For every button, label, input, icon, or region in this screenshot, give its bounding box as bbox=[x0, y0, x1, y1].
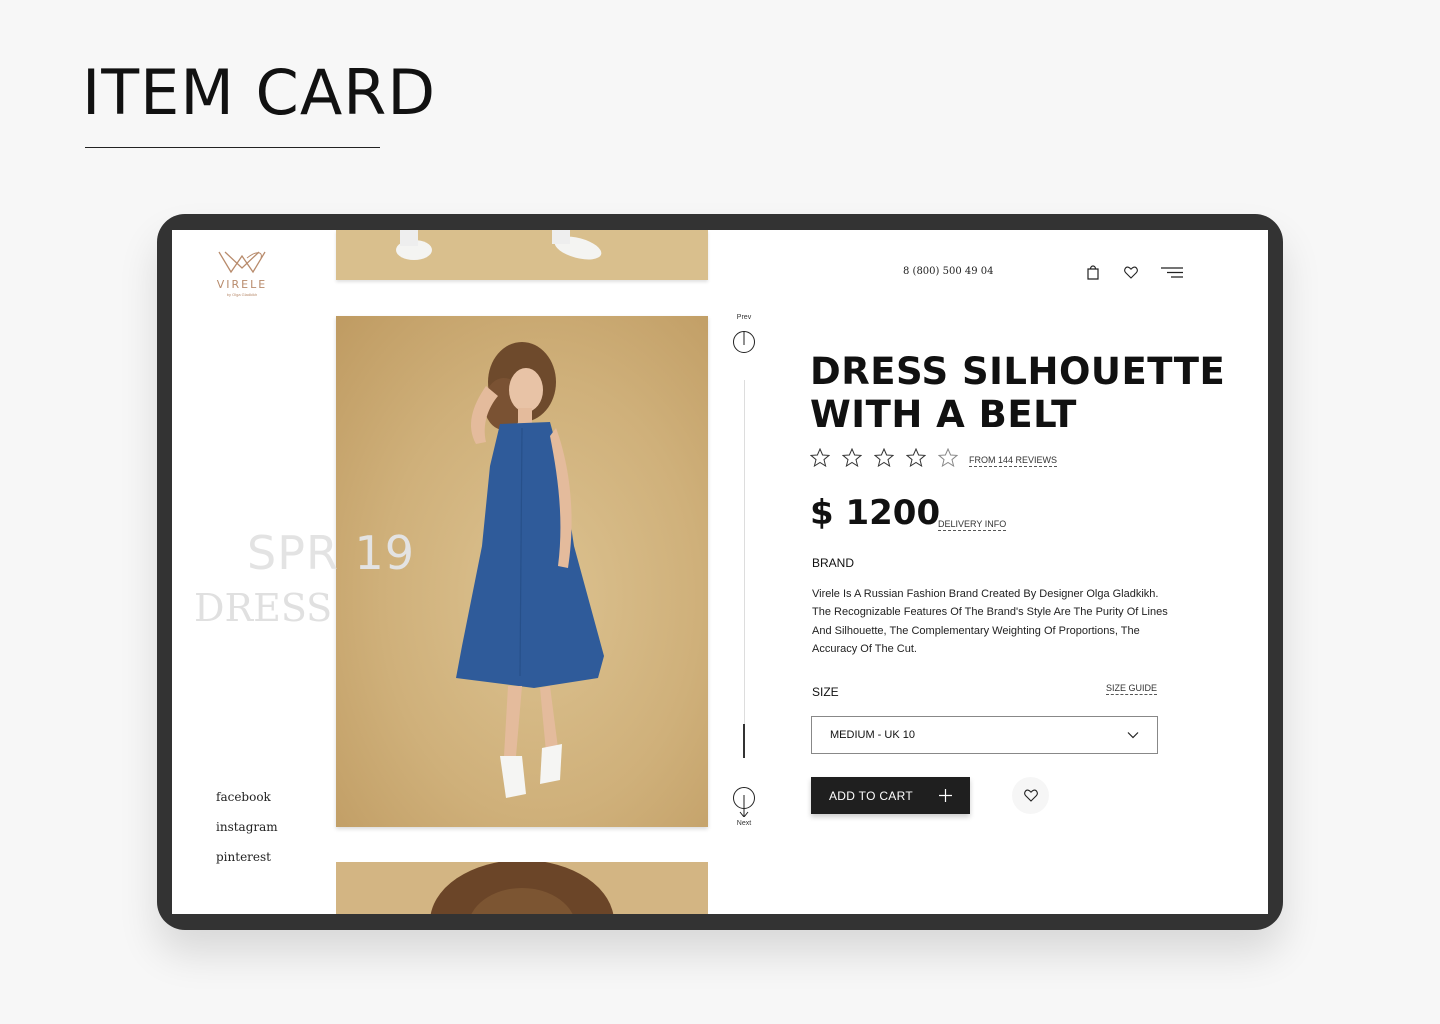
star-icon[interactable] bbox=[842, 448, 862, 467]
heading-divider bbox=[85, 147, 380, 148]
category-label: DRESS bbox=[194, 586, 333, 630]
product-title: DRESS SILHOUETTE WITH A BELT bbox=[810, 350, 1226, 436]
size-dropdown[interactable]: MEDIUM - UK 10 bbox=[811, 716, 1158, 754]
heart-icon[interactable] bbox=[1124, 266, 1138, 279]
add-to-cart-label: ADD TO CART bbox=[829, 788, 913, 803]
star-icon[interactable] bbox=[810, 448, 830, 467]
instagram-link[interactable]: instagram bbox=[216, 820, 278, 834]
size-label: SIZE bbox=[812, 685, 839, 699]
chevron-down-icon bbox=[1127, 732, 1139, 739]
size-guide-link[interactable]: SIZE GUIDE bbox=[1106, 683, 1158, 695]
facebook-link[interactable]: facebook bbox=[216, 790, 278, 804]
season-label: SPR 19 bbox=[247, 526, 416, 580]
logo-tagline: by Olga Gladkikh bbox=[226, 292, 258, 297]
pinterest-link[interactable]: pinterest bbox=[216, 850, 278, 864]
add-to-cart-button[interactable]: ADD TO CART bbox=[811, 777, 970, 814]
prev-label: Prev bbox=[736, 314, 752, 321]
page-heading: ITEM CARD bbox=[82, 56, 437, 129]
reviews-link[interactable]: FROM 144 REVIEWS bbox=[969, 455, 1058, 467]
tablet-frame: VIRELE by Olga Gladkikh SPR 19 DRESS fac… bbox=[157, 214, 1283, 930]
star-icon[interactable] bbox=[938, 448, 958, 467]
virele-logo-icon bbox=[218, 251, 266, 274]
menu-icon[interactable] bbox=[1161, 267, 1185, 279]
add-to-wishlist-button[interactable] bbox=[1012, 777, 1049, 814]
next-label: Next bbox=[736, 820, 752, 827]
brand-description: Virele Is A Russian Fashion Brand Create… bbox=[812, 588, 1168, 655]
phone-number[interactable]: 8 (800) 500 49 04 bbox=[903, 266, 994, 277]
next-photo-button[interactable] bbox=[733, 787, 755, 817]
rating-stars[interactable] bbox=[810, 448, 958, 467]
gallery-photo-previous[interactable] bbox=[336, 230, 708, 280]
heart-icon bbox=[1023, 789, 1038, 802]
logo[interactable]: VIRELE by Olga Gladkikh bbox=[214, 248, 270, 297]
prev-photo-button[interactable] bbox=[733, 331, 755, 353]
arrow-up-icon bbox=[743, 331, 745, 345]
social-links: facebook instagram pinterest bbox=[216, 790, 278, 880]
logo-name: VIRELE bbox=[216, 278, 268, 291]
size-selected-value: MEDIUM - UK 10 bbox=[830, 729, 915, 741]
bag-icon[interactable] bbox=[1086, 264, 1100, 280]
star-icon[interactable] bbox=[906, 448, 926, 467]
gallery-progress-indicator bbox=[743, 724, 745, 758]
star-icon[interactable] bbox=[874, 448, 894, 467]
plus-icon bbox=[939, 789, 952, 802]
gallery-progress-track bbox=[744, 380, 745, 758]
product-price: $ 1200 bbox=[810, 493, 941, 533]
brand-label: BRAND bbox=[812, 556, 855, 570]
product-page: VIRELE by Olga Gladkikh SPR 19 DRESS fac… bbox=[172, 230, 1268, 914]
delivery-info-link[interactable]: DELIVERY INFO bbox=[938, 519, 1007, 531]
gallery-photo-next[interactable] bbox=[336, 862, 708, 914]
arrow-down-icon bbox=[739, 795, 749, 817]
